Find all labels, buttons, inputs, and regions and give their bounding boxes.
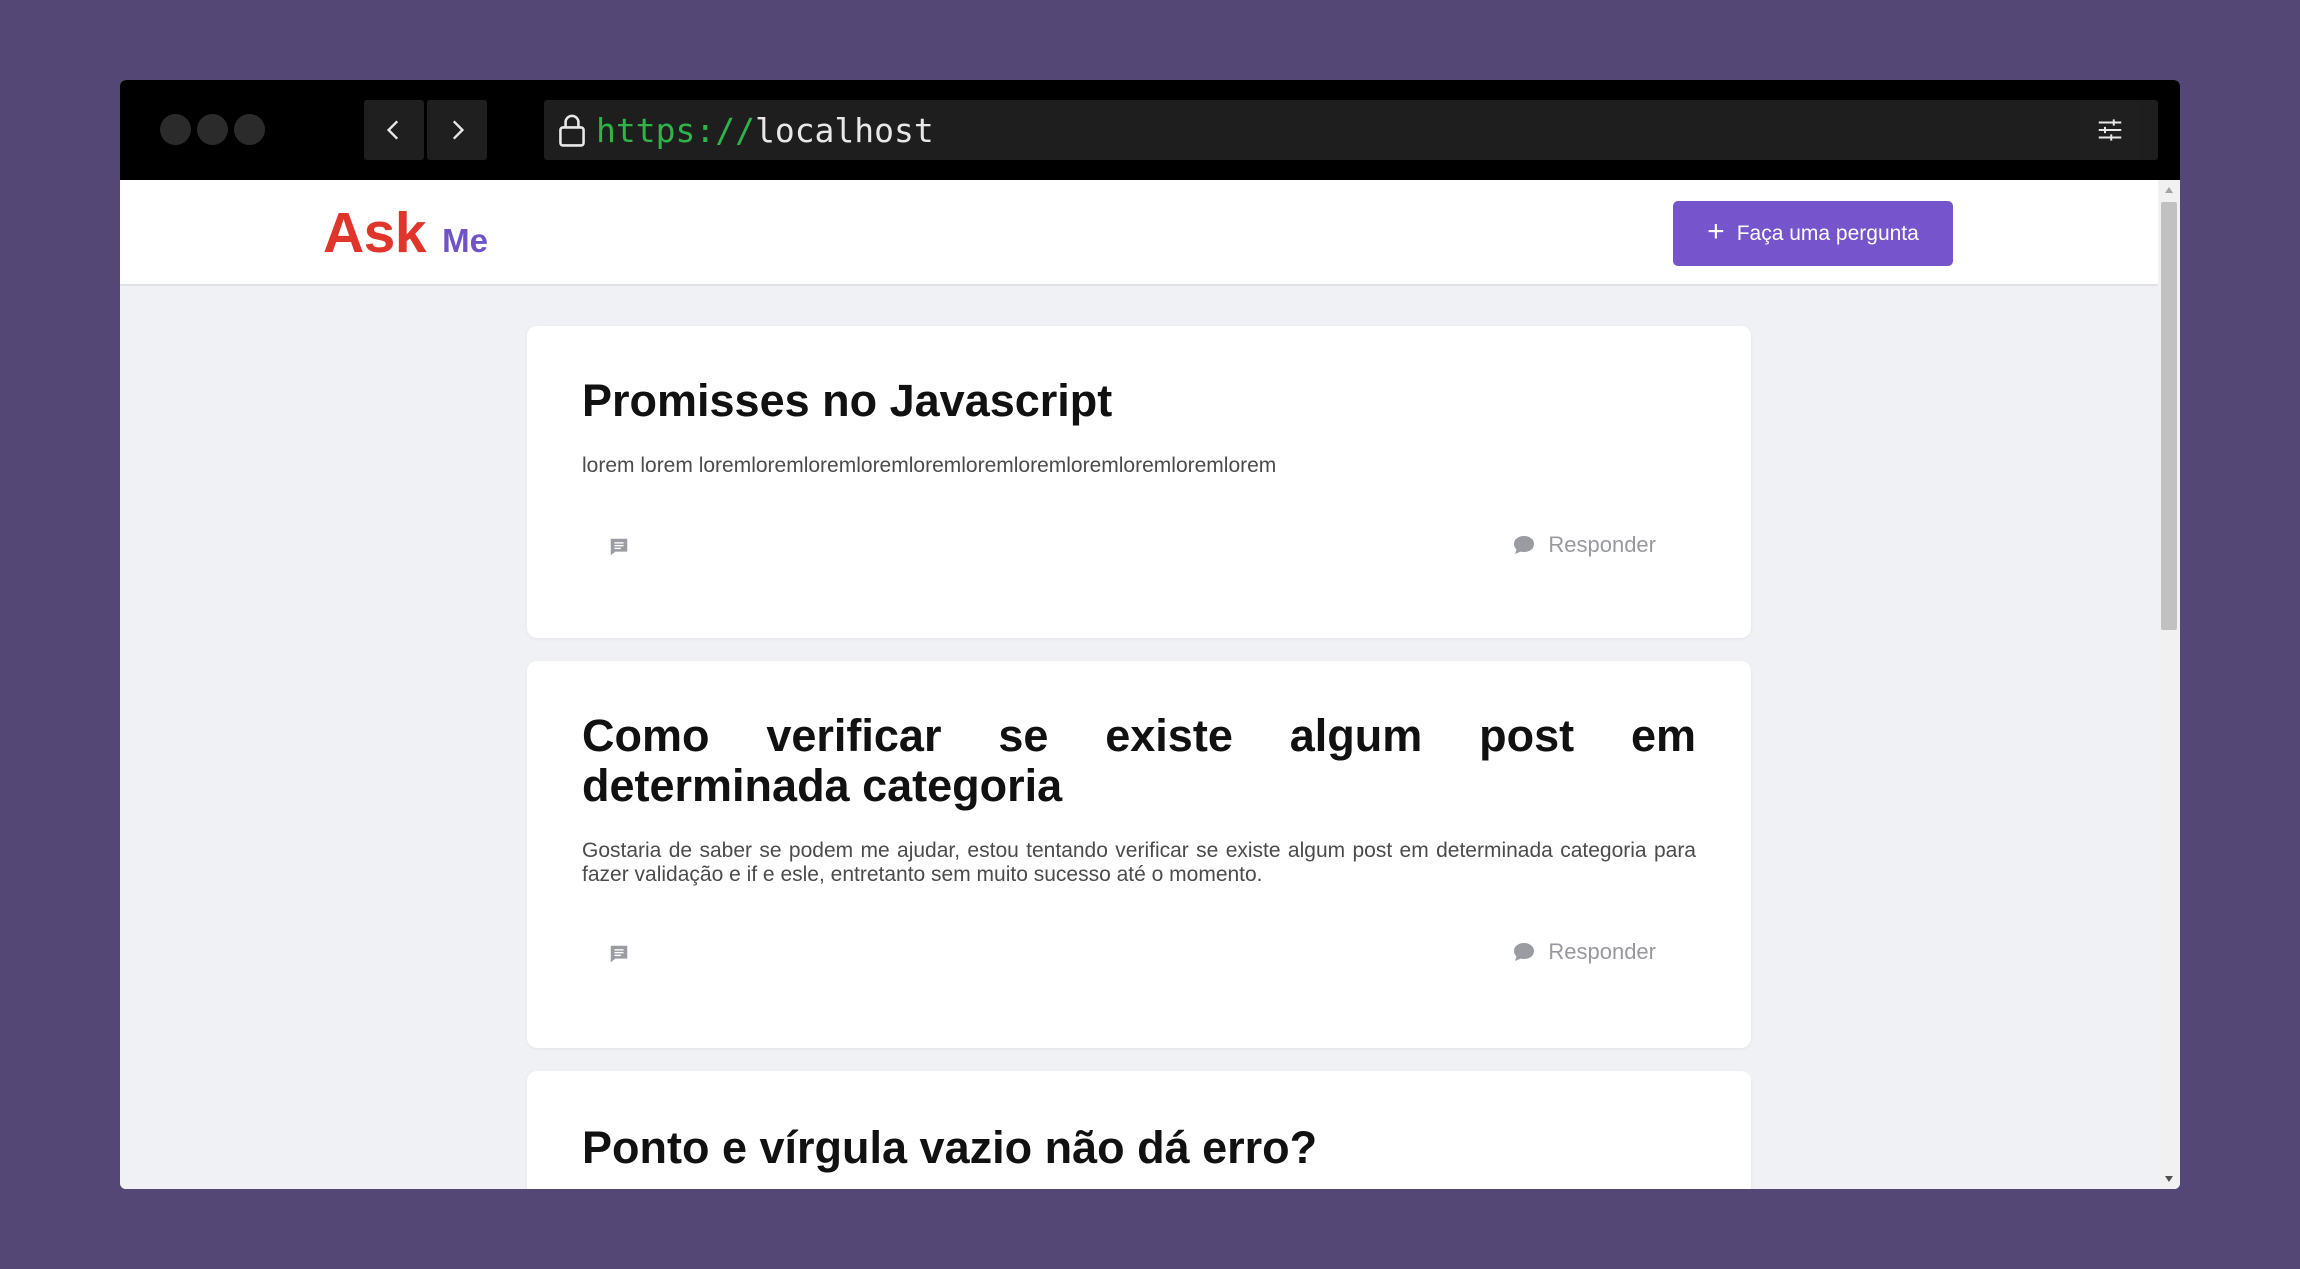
question-card[interactable]: Ponto e vírgula vazio não dá erro? xyxy=(527,1071,1751,1189)
question-card[interactable]: Como verificar se existe algum post em d… xyxy=(527,661,1751,1048)
url-scheme: https:// xyxy=(596,110,755,150)
lock-icon xyxy=(559,114,585,147)
reply-button[interactable]: Responder xyxy=(1512,939,1656,965)
reply-label: Responder xyxy=(1548,939,1656,964)
scroll-down-arrow[interactable] xyxy=(2158,1169,2180,1189)
question-body: Gostaria de saber se podem me ajudar, es… xyxy=(582,839,1696,886)
window-controls xyxy=(160,114,265,145)
window-control-dot[interactable] xyxy=(197,114,228,145)
question-footer: Responder xyxy=(582,532,1696,566)
scroll-up-arrow[interactable] xyxy=(2158,180,2180,200)
speech-bubble-icon xyxy=(1514,943,1535,961)
scrollbar-thumb[interactable] xyxy=(2161,202,2177,630)
triangle-down-icon xyxy=(2165,1176,2173,1182)
sliders-icon xyxy=(2098,119,2122,141)
question-title[interactable]: Promisses no Javascript xyxy=(582,376,1696,426)
reply-button[interactable]: Responder xyxy=(1512,532,1656,558)
question-card[interactable]: Promisses no Javascript lorem lorem lore… xyxy=(527,326,1751,638)
comment-icon[interactable] xyxy=(608,943,630,965)
url-host: localhost xyxy=(754,110,934,150)
settings-button[interactable] xyxy=(2080,100,2140,160)
browser-toolbar: https://localhost xyxy=(120,80,2180,180)
reply-label: Responder xyxy=(1548,532,1656,557)
logo[interactable]: Ask Me xyxy=(323,200,488,266)
window-control-dot[interactable] xyxy=(160,114,191,145)
speech-bubble-icon xyxy=(1514,536,1535,554)
address-bar[interactable]: https://localhost xyxy=(544,100,2158,160)
ask-question-button[interactable]: + Faça uma pergunta xyxy=(1673,201,1953,266)
triangle-up-icon xyxy=(2165,187,2173,193)
chevron-right-icon xyxy=(452,120,465,140)
question-body: lorem lorem loremloremloremloremloremlor… xyxy=(582,454,1277,477)
site-header: Ask Me + Faça uma pergunta xyxy=(120,180,2158,286)
question-title[interactable]: Como verificar se existe algum post em d… xyxy=(582,711,1696,811)
browser-window: https://localhost Ask Me + Faça uma perg… xyxy=(120,80,2180,1189)
logo-ask: Ask xyxy=(323,201,427,265)
logo-me: Me xyxy=(442,222,488,259)
vertical-scrollbar[interactable] xyxy=(2158,180,2180,1189)
forward-button[interactable] xyxy=(427,100,487,160)
plus-icon: + xyxy=(1707,215,1725,248)
chevron-left-icon xyxy=(386,120,399,140)
question-footer: Responder xyxy=(582,939,1696,973)
comment-icon[interactable] xyxy=(608,536,630,558)
page-viewport: Ask Me + Faça uma pergunta Promisses no … xyxy=(120,180,2180,1189)
back-button[interactable] xyxy=(364,100,424,160)
ask-question-label: Faça uma pergunta xyxy=(1736,221,1919,245)
question-title[interactable]: Ponto e vírgula vazio não dá erro? xyxy=(582,1123,1696,1173)
window-control-dot[interactable] xyxy=(234,114,265,145)
